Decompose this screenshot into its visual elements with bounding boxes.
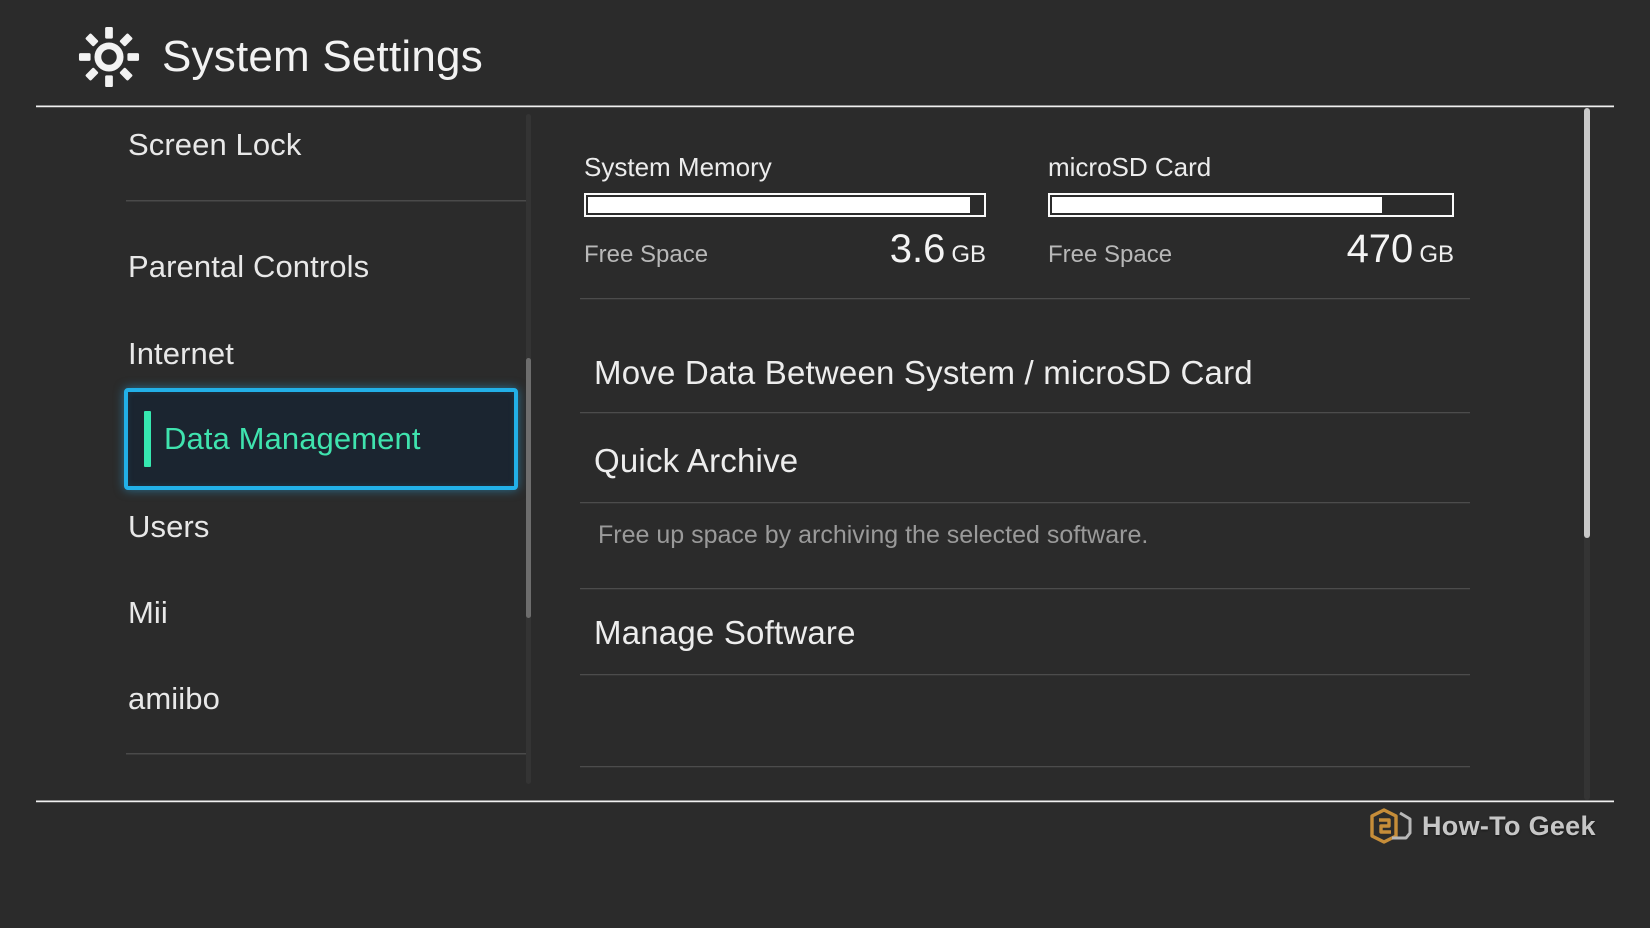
system-memory-free-unit: GB — [951, 241, 986, 268]
sidebar-divider — [126, 200, 526, 202]
main-scrollbar-thumb[interactable] — [1584, 108, 1590, 538]
list-divider — [580, 766, 1470, 768]
microsd-card-free-label: Free Space — [1048, 241, 1172, 269]
microsd-card-title: microSD Card — [1048, 152, 1454, 183]
list-item-description: Free up space by archiving the selected … — [536, 521, 1148, 550]
settings-sidebar: Screen Lock Parental Controls Internet D… — [36, 108, 536, 800]
list-divider — [580, 588, 1470, 590]
sidebar-divider — [126, 753, 526, 755]
selection-accent-bar — [144, 411, 151, 467]
list-divider — [580, 412, 1470, 414]
list-divider — [580, 502, 1470, 504]
gear-icon — [78, 26, 140, 88]
sidebar-item-mii[interactable]: Mii — [36, 582, 536, 644]
list-item-save-data-cloud[interactable]: Save Data Cloud — [536, 776, 1616, 800]
microsd-card-free-unit: GB — [1419, 241, 1454, 268]
list-divider — [580, 298, 1470, 300]
system-memory-title: System Memory — [584, 152, 986, 183]
microsd-card-bar-fill — [1052, 197, 1382, 213]
microsd-card-bar — [1048, 193, 1454, 217]
app-header: System Settings — [0, 0, 1650, 108]
system-memory-free-value: 3.6 — [890, 227, 946, 271]
list-item-quick-archive[interactable]: Quick Archive — [536, 422, 1616, 500]
storage-meters: System Memory Free Space 3.6GB microSD C… — [536, 108, 1616, 298]
sidebar-item-screen-lock[interactable]: Screen Lock — [36, 114, 536, 176]
list-item-manage-software[interactable]: Manage Software — [536, 594, 1616, 672]
list-item-move-data[interactable]: Move Data Between System / microSD Card — [536, 334, 1616, 412]
system-memory-bar-fill — [588, 197, 970, 213]
list-item-label: Move Data Between System / microSD Card — [536, 354, 1253, 392]
sidebar-item-label: Screen Lock — [36, 127, 301, 163]
data-management-panel: System Memory Free Space 3.6GB microSD C… — [536, 108, 1616, 800]
sidebar-item-label: Data Management — [128, 421, 421, 457]
sidebar-item-label: Internet — [36, 336, 234, 372]
system-memory-free-label: Free Space — [584, 241, 708, 269]
microsd-card-meter: microSD Card Free Space 470GB — [1048, 152, 1454, 269]
page-title: System Settings — [162, 35, 483, 79]
system-memory-bar — [584, 193, 986, 217]
microsd-card-free-value: 470 — [1347, 227, 1414, 271]
list-divider — [580, 674, 1470, 676]
sidebar-scrollbar-thumb[interactable] — [526, 358, 531, 618]
system-memory-meter: System Memory Free Space 3.6GB — [584, 152, 986, 269]
sidebar-item-label: amiibo — [36, 681, 220, 717]
sidebar-item-data-management[interactable]: Data Management — [124, 388, 518, 490]
sidebar-item-label: Users — [36, 509, 209, 545]
footer-bar: B Back A OK — [0, 803, 1650, 928]
quick-archive-description: Free up space by archiving the selected … — [536, 506, 1616, 564]
sidebar-item-parental-controls[interactable]: Parental Controls — [36, 236, 536, 298]
list-item-label: Quick Archive — [536, 442, 798, 480]
sidebar-item-label: Mii — [36, 595, 168, 631]
sidebar-item-internet[interactable]: Internet — [36, 323, 536, 385]
list-item-label: Manage Software — [536, 614, 856, 652]
system-settings-screen: System Settings Screen Lock Parental Con… — [0, 0, 1650, 928]
sidebar-item-users[interactable]: Users — [36, 496, 536, 558]
content-area: Screen Lock Parental Controls Internet D… — [0, 108, 1650, 800]
sidebar-item-label: Parental Controls — [36, 249, 369, 285]
sidebar-item-amiibo[interactable]: amiibo — [36, 668, 536, 730]
